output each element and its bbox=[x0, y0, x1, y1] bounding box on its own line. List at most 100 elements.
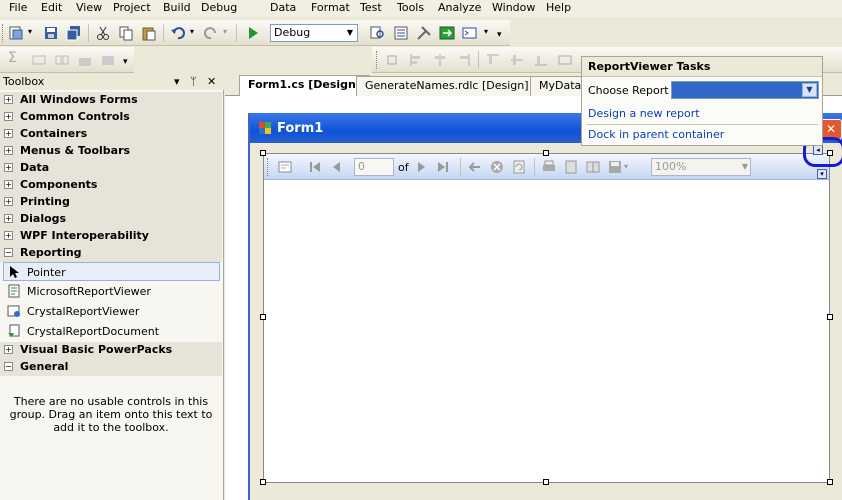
expand-icon[interactable]: + bbox=[4, 214, 13, 223]
close-icon[interactable]: ✕ bbox=[207, 75, 216, 89]
refresh-icon[interactable] bbox=[512, 160, 526, 174]
category-common-controls[interactable]: + Common Controls bbox=[0, 109, 222, 126]
redo-dropdown-icon[interactable]: ▾ bbox=[223, 27, 227, 36]
properties-icon[interactable] bbox=[393, 25, 409, 41]
save-icon[interactable] bbox=[43, 25, 59, 41]
menu-view[interactable]: View bbox=[76, 1, 102, 15]
cut-icon[interactable] bbox=[95, 25, 111, 41]
design-new-report-link[interactable]: Design a new report bbox=[588, 107, 700, 120]
resize-handle[interactable] bbox=[827, 479, 833, 485]
menu-test[interactable]: Test bbox=[360, 1, 382, 15]
next-page-icon[interactable] bbox=[414, 160, 428, 174]
expand-icon[interactable]: + bbox=[4, 95, 13, 104]
collapse-icon[interactable]: − bbox=[4, 362, 13, 371]
resize-handle[interactable] bbox=[827, 314, 833, 320]
dock-in-parent-link[interactable]: Dock in parent container bbox=[588, 128, 724, 141]
menu-analyze[interactable]: Analyze bbox=[438, 1, 481, 15]
expand-icon[interactable]: + bbox=[4, 129, 13, 138]
new-dropdown-icon[interactable]: ▾ bbox=[28, 27, 32, 36]
toolbar-overflow-icon[interactable]: ▾ bbox=[817, 169, 827, 179]
window-position-icon[interactable]: ▾ bbox=[174, 75, 180, 89]
choose-report-select[interactable]: ▼ bbox=[671, 81, 819, 99]
last-page-icon[interactable] bbox=[436, 160, 450, 174]
category-components[interactable]: + Components bbox=[0, 177, 222, 194]
page-number-input[interactable]: 0 bbox=[354, 158, 394, 176]
back-icon[interactable] bbox=[468, 160, 482, 174]
menu-edit[interactable]: Edit bbox=[41, 1, 62, 15]
stop-icon[interactable] bbox=[490, 160, 504, 174]
tool-crystal-report-document[interactable]: CrystalReportDocument bbox=[0, 322, 222, 341]
category-wpf-interoperability[interactable]: + WPF Interoperability bbox=[0, 228, 222, 245]
resize-handle[interactable] bbox=[260, 150, 266, 156]
chevron-down-icon[interactable]: ▼ bbox=[742, 159, 748, 175]
expand-icon[interactable]: + bbox=[4, 146, 13, 155]
resize-handle[interactable] bbox=[260, 314, 266, 320]
menu-debug[interactable]: Debug bbox=[201, 1, 237, 15]
menu-file[interactable]: File bbox=[9, 1, 27, 15]
toolbar-grip[interactable] bbox=[2, 24, 5, 42]
undo-icon[interactable] bbox=[170, 25, 186, 41]
paste-icon[interactable] bbox=[141, 25, 157, 41]
tab-generate-names-rdlc[interactable]: GenerateNames.rdlc [Design] bbox=[356, 76, 538, 96]
toolbar-options-icon[interactable]: ▾ bbox=[123, 57, 128, 67]
start-debugging-icon[interactable] bbox=[245, 25, 261, 41]
chevron-down-icon[interactable]: ▼ bbox=[343, 25, 357, 41]
category-all-windows-forms[interactable]: + All Windows Forms bbox=[0, 92, 222, 109]
document-map-icon[interactable] bbox=[278, 160, 292, 174]
solution-configuration-select[interactable]: Debug ▼ bbox=[270, 24, 358, 42]
tab-form1-design[interactable]: Form1.cs [Design] bbox=[239, 75, 370, 97]
category-menus-toolbars[interactable]: + Menus & Toolbars bbox=[0, 143, 222, 160]
zoom-select[interactable]: 100% ▼ bbox=[651, 158, 751, 176]
page-setup-icon[interactable] bbox=[586, 160, 600, 174]
command-dropdown-icon[interactable]: ▾ bbox=[484, 27, 488, 36]
save-all-icon[interactable] bbox=[66, 25, 82, 41]
tools-icon[interactable] bbox=[416, 25, 432, 41]
resize-handle[interactable] bbox=[260, 479, 266, 485]
command-window-icon[interactable] bbox=[462, 25, 478, 41]
auto-hide-pin-icon[interactable]: ᛘ bbox=[190, 75, 197, 89]
expand-icon[interactable]: + bbox=[4, 197, 13, 206]
toolbar-grip[interactable] bbox=[376, 51, 379, 69]
export-dropdown-icon[interactable]: ▾ bbox=[624, 162, 628, 171]
expand-icon[interactable]: + bbox=[4, 163, 13, 172]
first-page-icon[interactable] bbox=[308, 160, 322, 174]
category-dialogs[interactable]: + Dialogs bbox=[0, 211, 222, 228]
copy-icon[interactable] bbox=[118, 25, 134, 41]
expand-icon[interactable]: + bbox=[4, 112, 13, 121]
menu-tools[interactable]: Tools bbox=[397, 1, 424, 15]
redo-icon[interactable] bbox=[203, 25, 219, 41]
menu-project[interactable]: Project bbox=[113, 1, 151, 15]
category-data[interactable]: + Data bbox=[0, 160, 222, 177]
previous-page-icon[interactable] bbox=[330, 160, 344, 174]
toolbar-options-icon[interactable]: ▾ bbox=[497, 30, 502, 40]
resize-handle[interactable] bbox=[543, 479, 549, 485]
menu-format[interactable]: Format bbox=[311, 1, 350, 15]
disabled-icon bbox=[79, 58, 91, 66]
collapse-icon[interactable]: − bbox=[4, 248, 13, 257]
report-viewer-control[interactable]: 0 of ▾ 100% ▼ ▾ bbox=[263, 153, 830, 483]
tool-crystal-report-viewer[interactable]: CrystalReportViewer bbox=[0, 302, 222, 321]
new-project-icon[interactable] bbox=[8, 25, 24, 41]
menu-build[interactable]: Build bbox=[163, 1, 191, 15]
menu-help[interactable]: Help bbox=[546, 1, 571, 15]
expand-icon[interactable]: + bbox=[4, 231, 13, 240]
category-visual-basic-powerpacks[interactable]: + Visual Basic PowerPacks bbox=[0, 342, 222, 359]
undo-dropdown-icon[interactable]: ▾ bbox=[190, 27, 194, 36]
find-in-files-icon[interactable] bbox=[370, 25, 386, 41]
tool-pointer[interactable]: Pointer bbox=[3, 262, 220, 281]
menu-data[interactable]: Data bbox=[270, 1, 296, 15]
print-icon[interactable] bbox=[542, 160, 556, 174]
resize-handle[interactable] bbox=[543, 150, 549, 156]
category-reporting[interactable]: − Reporting bbox=[0, 245, 222, 262]
category-containers[interactable]: + Containers bbox=[0, 126, 222, 143]
menu-window[interactable]: Window bbox=[492, 1, 535, 15]
category-printing[interactable]: + Printing bbox=[0, 194, 222, 211]
print-layout-icon[interactable] bbox=[564, 160, 578, 174]
expand-icon[interactable]: + bbox=[4, 345, 13, 354]
expand-icon[interactable]: + bbox=[4, 180, 13, 189]
category-general[interactable]: − General bbox=[0, 359, 222, 376]
export-icon[interactable] bbox=[608, 160, 622, 174]
object-browser-icon[interactable] bbox=[439, 25, 455, 41]
tool-microsoft-report-viewer[interactable]: MicrosoftReportViewer bbox=[0, 282, 222, 301]
chevron-down-icon[interactable]: ▼ bbox=[802, 83, 817, 97]
